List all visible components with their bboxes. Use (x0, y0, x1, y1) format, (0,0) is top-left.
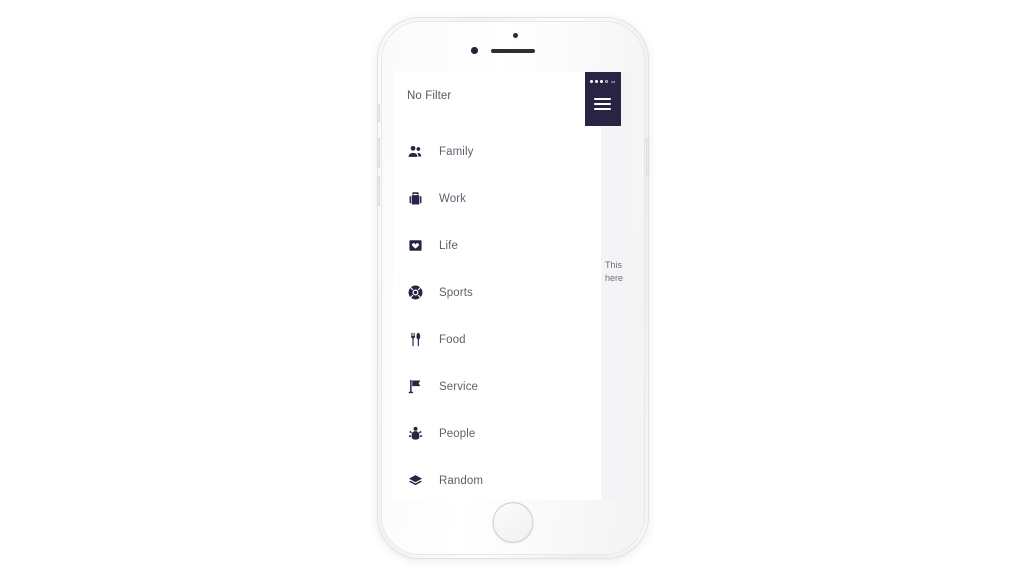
list-item-service[interactable]: Service (393, 363, 601, 410)
flag-icon (406, 378, 424, 396)
screenshot-canvas: This here od No Filter Family Work Life … (0, 0, 1024, 576)
list-item-label: Sports (439, 286, 473, 299)
volume-up-button[interactable] (377, 138, 380, 168)
fork-knife-icon (406, 331, 424, 349)
heart-square-icon (406, 237, 424, 255)
phone-screen: This here od No Filter Family Work Life … (393, 72, 633, 500)
filter-list: Family Work Life Sports Food Service Peo… (393, 128, 601, 500)
hamburger-line-1 (594, 98, 611, 100)
list-item-label: Random (439, 474, 484, 487)
page-title: No Filter (407, 90, 452, 102)
list-item-label: People (439, 427, 476, 440)
briefcase-icon (406, 190, 424, 208)
background-clipped-text: This here (605, 259, 633, 284)
list-item-label: Work (439, 192, 467, 205)
list-item-label: Family (439, 145, 474, 158)
list-item-label: Service (439, 380, 479, 393)
users-icon (406, 425, 424, 443)
people-group-icon (406, 143, 424, 161)
list-item-food[interactable]: Food (393, 316, 601, 363)
list-item-people[interactable]: People (393, 410, 601, 457)
list-item-life[interactable]: Life (393, 222, 601, 269)
filter-list-panel: No Filter Family Work Life Sports Food S… (393, 72, 601, 500)
layers-icon (406, 472, 424, 490)
signal-dot-3 (600, 80, 603, 83)
hamburger-menu-icon[interactable] (594, 98, 611, 110)
list-item-sports[interactable]: Sports (393, 269, 601, 316)
volume-down-button[interactable] (377, 176, 380, 206)
clipped-text-line-1: This (605, 260, 623, 270)
silent-switch[interactable] (377, 104, 380, 122)
signal-dot-1 (590, 80, 593, 83)
speaker-grille-icon (491, 49, 535, 53)
signal-dot-2 (595, 80, 598, 83)
drawer-header: od (585, 72, 621, 126)
phone-device: This here od No Filter Family Work Life … (377, 18, 649, 558)
carrier-label: od (611, 79, 615, 84)
hamburger-line-3 (594, 108, 611, 110)
list-item-random[interactable]: Random (393, 457, 601, 500)
list-item-label: Life (439, 239, 458, 252)
home-button[interactable] (492, 502, 534, 543)
list-item-work[interactable]: Work (393, 175, 601, 222)
camera-icon (513, 33, 518, 38)
list-item-label: Food (439, 333, 466, 346)
power-button[interactable] (646, 138, 649, 176)
life-buoy-icon (406, 284, 424, 302)
list-item-family[interactable]: Family (393, 128, 601, 175)
clipped-text-line-2: here (605, 272, 624, 283)
hamburger-line-2 (594, 103, 611, 105)
status-bar: od (590, 79, 615, 84)
proximity-sensor-icon (471, 47, 478, 54)
signal-dot-4 (605, 80, 608, 83)
